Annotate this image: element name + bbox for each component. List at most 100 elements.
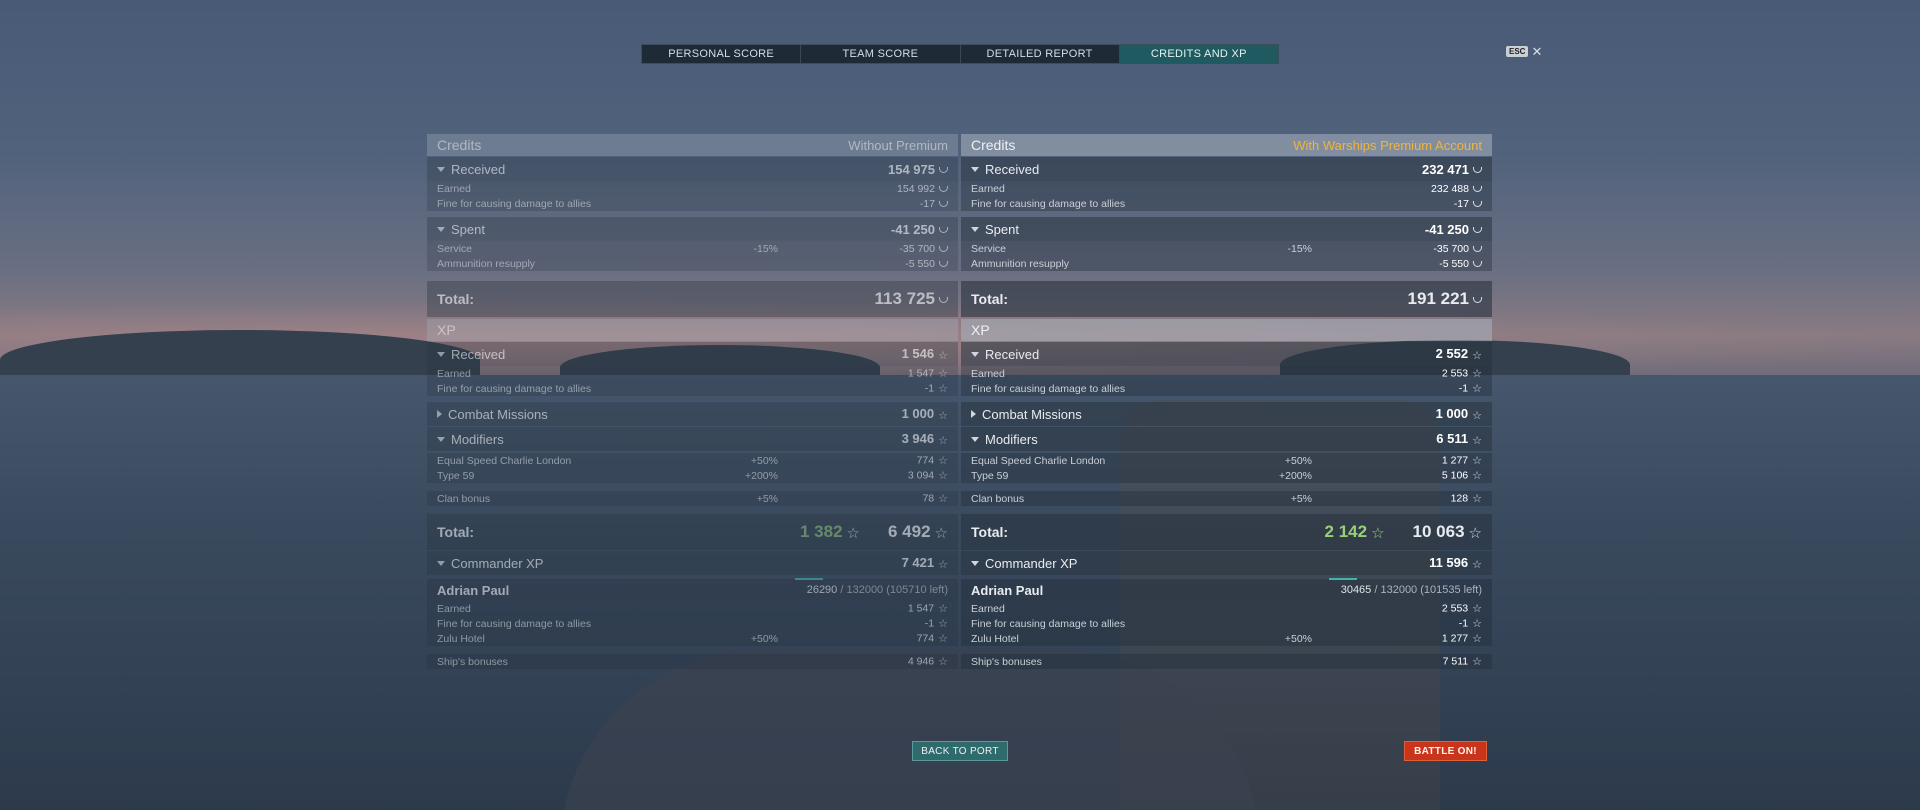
xp-title: XP xyxy=(971,322,990,338)
missions-label: Combat Missions xyxy=(982,406,1082,422)
commander-xp-value: 7 421 xyxy=(901,555,935,571)
modifiers-value: 6 511 xyxy=(1436,431,1469,447)
collapse-icon xyxy=(437,351,445,357)
credits-icon xyxy=(939,167,948,174)
collapse-icon xyxy=(971,166,979,172)
received-value: 232 471 xyxy=(1422,161,1469,177)
modifier-value: 774 xyxy=(916,454,935,467)
captain-earned-row: Earned 2 553 ☆ xyxy=(961,601,1492,616)
star-icon: ☆ xyxy=(1472,656,1482,668)
star-icon: ☆ xyxy=(938,633,948,645)
modifier-value: 3 094 xyxy=(907,469,935,482)
commander-xp-row[interactable]: Commander XP 11 596 ☆ xyxy=(961,551,1492,575)
captain-progress: 26290 / 132000 (105710 left) xyxy=(794,578,948,596)
received-label: Received xyxy=(451,161,506,177)
background-scene xyxy=(0,0,1920,810)
xp-received-row[interactable]: Received 2 552 ☆ xyxy=(961,342,1492,366)
tab-personal-score[interactable]: PERSONAL SCORE xyxy=(642,45,802,63)
xp-received-row[interactable]: Received 1 546 ☆ xyxy=(427,342,958,366)
tab-detailed-report[interactable]: DETAILED REPORT xyxy=(961,45,1120,63)
xp-total-value: 10 063 xyxy=(1412,522,1465,541)
modifier-value: 1 277 xyxy=(1441,454,1469,467)
commander-xp-row[interactable]: Commander XP 7 421 ☆ xyxy=(427,551,958,575)
modifier-percent: +200% xyxy=(1279,469,1312,482)
credits-icon xyxy=(1473,245,1482,252)
captain-progress-bar xyxy=(794,578,823,580)
star-icon: ☆ xyxy=(1472,633,1482,645)
credits-earned-row: Earned 232 488 xyxy=(961,181,1492,196)
star-icon: ☆ xyxy=(938,493,948,505)
earned-label: Earned xyxy=(971,602,1005,615)
battle-on-button[interactable]: BATTLE ON! xyxy=(1404,741,1487,761)
captain-xp-remaining: / 132000 (105710 left) xyxy=(840,584,948,596)
captain-row: Adrian Paul 26290 / 132000 (105710 left) xyxy=(427,578,958,601)
credits-icon xyxy=(939,245,948,252)
star-icon: ☆ xyxy=(938,656,948,668)
earned-label: Earned xyxy=(437,367,471,380)
credits-icon xyxy=(939,260,948,267)
captain-row: Adrian Paul 30465 / 132000 (101535 left) xyxy=(961,578,1492,601)
close-button[interactable]: ESC ✕ xyxy=(1506,45,1542,58)
total-credits-value: 113 725 xyxy=(874,289,935,308)
credits-title: Credits xyxy=(971,137,1016,153)
credits-subtitle: Without Premium xyxy=(848,137,948,153)
modifier-label: Equal Speed Charlie London xyxy=(437,454,572,467)
combat-missions-row[interactable]: Combat Missions 1 000 ☆ xyxy=(961,402,1492,426)
earned-value: 1 547 xyxy=(907,367,935,380)
received-label: Received xyxy=(451,346,506,362)
star-icon: ☆ xyxy=(938,368,948,380)
panel-with-premium: Credits With Warships Premium Account Re… xyxy=(961,134,1492,682)
credits-icon xyxy=(1473,200,1482,207)
clan-bonus-value: 128 xyxy=(1450,492,1469,505)
total-label: Total: xyxy=(437,291,475,307)
earned-value: 2 553 xyxy=(1441,602,1469,615)
zulu-hotel-percent: +50% xyxy=(750,632,778,645)
zulu-hotel-label: Zulu Hotel xyxy=(971,632,1019,645)
modifiers-value: 3 946 xyxy=(901,431,935,447)
tab-team-score[interactable]: TEAM SCORE xyxy=(801,45,961,63)
earned-value: 154 992 xyxy=(897,182,935,195)
xp-received-value: 2 552 xyxy=(1435,346,1469,362)
fine-value: -1 xyxy=(1458,382,1469,395)
credits-spent-row[interactable]: Spent -41 250 xyxy=(961,217,1492,241)
ship-bonuses-value: 4 946 xyxy=(907,655,935,668)
star-icon: ☆ xyxy=(1472,558,1482,571)
xp-earned-row: Earned 1 547 ☆ xyxy=(427,366,958,381)
received-label: Received xyxy=(985,161,1040,177)
credits-earned-row: Earned 154 992 xyxy=(427,181,958,196)
star-icon: ☆ xyxy=(1472,470,1482,482)
star-icon: ☆ xyxy=(938,618,948,630)
zulu-hotel-percent: +50% xyxy=(1284,632,1312,645)
fine-value: -1 xyxy=(924,382,935,395)
esc-key-icon: ESC xyxy=(1506,46,1529,57)
xp-received-value: 1 546 xyxy=(901,346,935,362)
commander-xp-label: Commander XP xyxy=(985,555,1078,571)
modifier-label: Type 59 xyxy=(437,469,475,482)
modifiers-row[interactable]: Modifiers 3 946 ☆ xyxy=(427,427,958,451)
credits-icon xyxy=(1473,185,1482,192)
credits-received-row[interactable]: Received 232 471 xyxy=(961,157,1492,181)
fine-label: Fine for causing damage to allies xyxy=(971,197,1126,210)
xp-total-value: 6 492 xyxy=(888,522,931,541)
combat-missions-row[interactable]: Combat Missions 1 000 ☆ xyxy=(427,402,958,426)
fine-value: -1 xyxy=(1458,617,1469,630)
xp-fine-row: Fine for causing damage to allies -1 ☆ xyxy=(961,381,1492,396)
earned-label: Earned xyxy=(437,602,471,615)
back-to-port-button[interactable]: BACK TO PORT xyxy=(912,741,1008,761)
service-percent: -15% xyxy=(753,242,778,255)
collapse-icon xyxy=(971,226,979,232)
fine-label: Fine for causing damage to allies xyxy=(437,382,592,395)
spent-label: Spent xyxy=(985,221,1019,237)
star-icon: ☆ xyxy=(938,455,948,467)
star-icon: ☆ xyxy=(1371,524,1385,542)
ammo-label: Ammunition resupply xyxy=(971,257,1070,270)
star-icon: ☆ xyxy=(938,434,948,447)
collapse-icon xyxy=(971,560,979,566)
credits-icon xyxy=(1473,296,1482,303)
credits-spent-row[interactable]: Spent -41 250 xyxy=(427,217,958,241)
modifiers-row[interactable]: Modifiers 6 511 ☆ xyxy=(961,427,1492,451)
total-credits-value: 191 221 xyxy=(1407,289,1469,308)
credits-received-row[interactable]: Received 154 975 xyxy=(427,157,958,181)
star-icon: ☆ xyxy=(1472,368,1482,380)
tab-credits-and-xp[interactable]: CREDITS AND XP xyxy=(1119,45,1278,63)
